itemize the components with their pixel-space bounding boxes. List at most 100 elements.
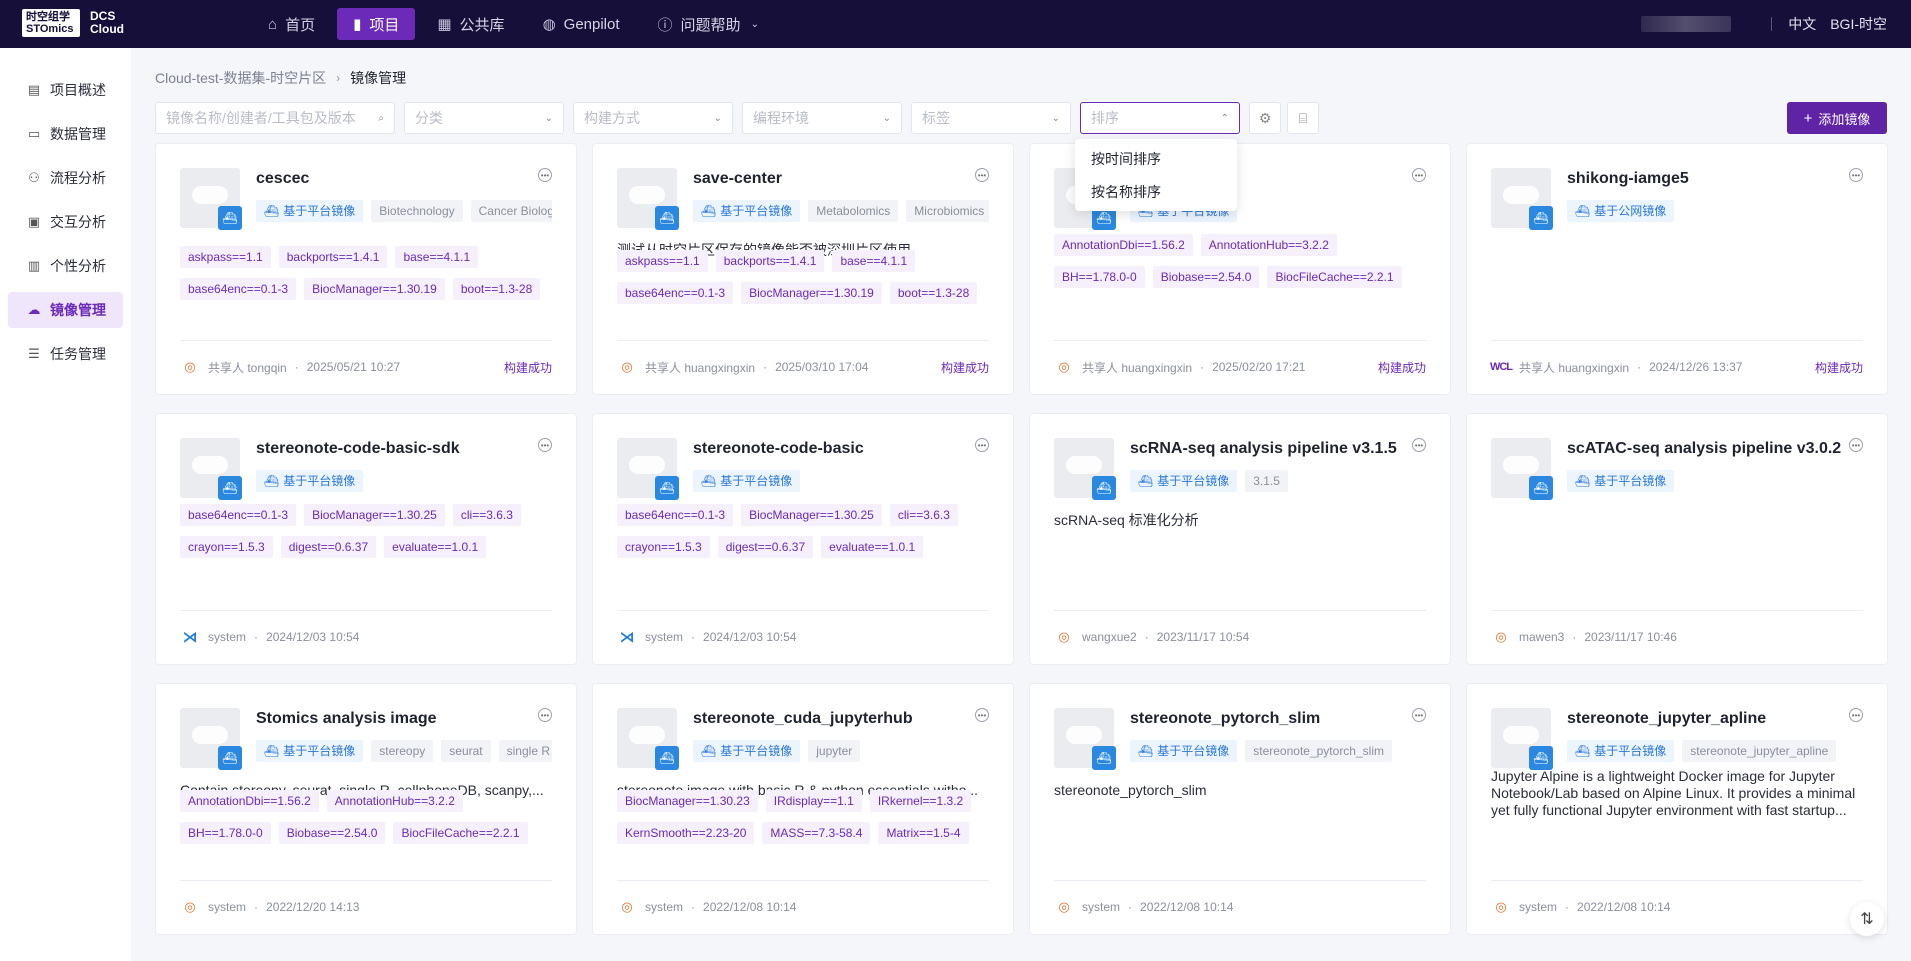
divider xyxy=(1054,880,1426,881)
card-title[interactable]: stereonote_jupyter_apline xyxy=(1567,710,1766,728)
tag-select[interactable]: 标签 ⌄ xyxy=(911,102,1071,134)
card-title[interactable]: stereonote_cuda_jupyterhub xyxy=(693,710,913,728)
nav-item-0[interactable]: ⌂ 首页 xyxy=(252,8,331,40)
cloud-icon xyxy=(1503,456,1539,474)
image-card[interactable]: ⛴ stereonote-code-basic ••• ⛴ 基于平台镜像 base64en… xyxy=(592,413,1014,665)
image-card[interactable]: ⛴ Stomics analysis image ••• ⛴ 基于平台镜像 stereop… xyxy=(155,683,577,935)
sort-arrows-icon: ⇅ xyxy=(1860,911,1874,928)
sort-placeholder: 排序 xyxy=(1091,110,1119,126)
more-icon[interactable]: ••• xyxy=(1412,438,1426,452)
more-icon[interactable]: ••• xyxy=(538,708,552,722)
more-icon[interactable]: ••• xyxy=(1412,168,1426,182)
more-icon[interactable]: ••• xyxy=(975,708,989,722)
nav-item-2[interactable]: ▦ 公共库 xyxy=(421,8,520,40)
card-title[interactable]: stereonote-code-basic-sdk xyxy=(256,440,460,458)
sidebar-item-label: 数据管理 xyxy=(50,126,106,142)
notification-area[interactable] xyxy=(1641,16,1732,32)
more-icon[interactable]: ••• xyxy=(975,168,989,182)
owner: wangxue2 xyxy=(1082,630,1137,644)
image-card[interactable]: ⛴ stereonote_cuda_jupyterhub ••• ⛴ 基于平台镜像 jup… xyxy=(592,683,1014,935)
more-icon[interactable]: ••• xyxy=(1849,438,1863,452)
nav-item-3[interactable]: ◍ Genpilot xyxy=(527,8,636,40)
card-title[interactable]: stereonote-code-basic xyxy=(693,440,864,458)
image-card[interactable]: ⛴ cescec ••• ⛴ 基于平台镜像 Biotechnology Cancer Bio… xyxy=(155,143,577,395)
card-title[interactable]: cescec xyxy=(256,170,309,188)
language-switch[interactable]: 中文 xyxy=(1788,14,1816,34)
image-card[interactable]: ⛴ scRNA-seq analysis pipeline v3.1.5 ••• ⛴ 基… xyxy=(1029,413,1451,665)
env-select[interactable]: 编程环境 ⌄ xyxy=(742,102,902,134)
vscode-icon: ⋊ xyxy=(182,629,198,646)
sidebar-item-3[interactable]: ▣ 交互分析 xyxy=(8,204,123,240)
sidebar-item-label: 交互分析 xyxy=(50,214,106,230)
scroll-top-button[interactable]: ⇅ xyxy=(1850,902,1884,936)
settings-button[interactable]: ⚙ xyxy=(1249,102,1281,134)
source-tag-label: 基于平台镜像 xyxy=(720,204,793,218)
package-tag: BiocManager==1.30.19 xyxy=(741,282,882,304)
docker-icon: ⛴ xyxy=(1529,746,1553,770)
image-thumbnail: ⛴ xyxy=(1491,708,1553,770)
nav-item-label: 公共库 xyxy=(459,16,505,34)
logo[interactable]: 时空组学 STOmics DCS Cloud xyxy=(22,9,124,37)
sidebar-item-4[interactable]: ▥ 个性分析 xyxy=(8,248,123,284)
clean-button[interactable]: ⌸ xyxy=(1287,102,1319,134)
image-card[interactable]: ⛴ save-center ••• ⛴ 基于平台镜像 Metabolomics Microb… xyxy=(592,143,1014,395)
more-icon[interactable]: ••• xyxy=(1849,168,1863,182)
card-title[interactable]: shikong-iamge5 xyxy=(1567,170,1689,188)
logo-dcs: DCS Cloud xyxy=(90,10,124,36)
card-title[interactable]: save-center xyxy=(693,170,782,188)
add-image-button[interactable]: + 添加镜像 xyxy=(1787,102,1887,134)
separator-dot: · xyxy=(1144,630,1149,644)
more-icon[interactable]: ••• xyxy=(975,438,989,452)
more-icon[interactable]: ••• xyxy=(1412,708,1426,722)
image-card[interactable]: ⛴ scATAC-seq analysis pipeline v3.0.2 ••• ⛴… xyxy=(1466,413,1888,665)
breadcrumb-current: 镜像管理 xyxy=(350,70,407,86)
more-icon[interactable]: ••• xyxy=(538,168,552,182)
filter-bar: 镜像名称/创建者/工具包及版本 ⌕ 分类 ⌄ 构建方式 ⌄ 编程环境 ⌄ 标签 … xyxy=(155,102,1325,134)
breadcrumb-parent[interactable]: Cloud-test-数据集-时空片区 xyxy=(155,68,326,88)
more-icon[interactable]: ••• xyxy=(1849,708,1863,722)
source-tag-label: 基于公网镜像 xyxy=(1594,204,1667,218)
image-card[interactable]: ⛴ shikong-iamge5 ••• ⛴ 基于公网镜像 WCL 共享人 huangxin… xyxy=(1466,143,1888,395)
search-input[interactable]: 镜像名称/创建者/工具包及版本 ⌕ xyxy=(155,102,395,134)
sort-option-1[interactable]: 按名称排序 xyxy=(1075,176,1237,209)
category-tag: 3.1.5 xyxy=(1245,470,1288,492)
image-card[interactable]: ⛴ stereonote_jupyter_apline ••• ⛴ 基于平台镜像 ster… xyxy=(1466,683,1888,935)
flow-icon: ⚇ xyxy=(28,170,40,185)
cloud-icon xyxy=(629,186,665,204)
tag-row: ⛴ 基于平台镜像 jupyter xyxy=(693,740,989,762)
jupyter-icon: ◎ xyxy=(621,899,633,914)
card-title[interactable]: scATAC-seq analysis pipeline v3.0.2 xyxy=(1567,440,1841,458)
nav-item-1[interactable]: ▮ 项目 xyxy=(337,8,416,40)
sort-select[interactable]: 排序 ⌃ xyxy=(1080,102,1240,134)
card-title[interactable]: scRNA-seq analysis pipeline v3.1.5 xyxy=(1130,440,1397,458)
user-menu[interactable]: BGI-时空 xyxy=(1830,14,1887,34)
source-icon: ⛴ xyxy=(701,744,717,758)
separator-dot: · xyxy=(1200,360,1205,374)
source-tag: ⛴ 基于平台镜像 xyxy=(1567,740,1675,762)
owner: system xyxy=(208,630,247,644)
build-method-select[interactable]: 构建方式 ⌄ xyxy=(573,102,733,134)
sidebar-item-5[interactable]: ☁ 镜像管理 xyxy=(8,292,123,328)
source-icon: ⛴ xyxy=(1575,474,1591,488)
tag-row: ⛴ 基于平台镜像 xyxy=(693,470,989,492)
image-card[interactable]: ⛴ stereonote-code-basic-sdk ••• ⛴ 基于平台镜像 base… xyxy=(155,413,577,665)
package-tag: AnnotationDbi==1.56.2 xyxy=(180,790,319,812)
more-icon[interactable]: ••• xyxy=(538,438,552,452)
sidebar-item-2[interactable]: ⚇ 流程分析 xyxy=(8,160,123,196)
card-title[interactable]: stereonote_pytorch_slim xyxy=(1130,710,1320,728)
package-tag: digest==0.6.37 xyxy=(717,536,814,558)
image-card[interactable]: ⛴ stereonote_pytorch_slim ••• ⛴ 基于平台镜像 stereo… xyxy=(1029,683,1451,935)
sidebar-item-1[interactable]: ▭ 数据管理 xyxy=(8,116,123,152)
sidebar-item-0[interactable]: ▤ 项目概述 xyxy=(8,72,123,108)
category-select[interactable]: 分类 ⌄ xyxy=(404,102,564,134)
divider xyxy=(617,610,989,611)
card-footer: ◎ 共享人 huangxingxin · 2025/02/20 17:21 构建成功 xyxy=(1054,358,1426,376)
sidebar-item-6[interactable]: ☰ 任务管理 xyxy=(8,336,123,372)
image-thumbnail: ⛴ xyxy=(1491,168,1553,230)
card-description: Jupyter Alpine is a lightweight Docker i… xyxy=(1491,768,1856,818)
nav-item-4[interactable]: ⓘ 问题帮助 ⌄ xyxy=(642,8,775,40)
card-title[interactable]: Stomics analysis image xyxy=(256,710,437,728)
card-description: scRNA-seq 标准化分析 xyxy=(1054,512,1199,528)
sort-dropdown: 按时间排序 按名称排序 xyxy=(1075,139,1237,211)
sort-option-0[interactable]: 按时间排序 xyxy=(1075,143,1237,176)
